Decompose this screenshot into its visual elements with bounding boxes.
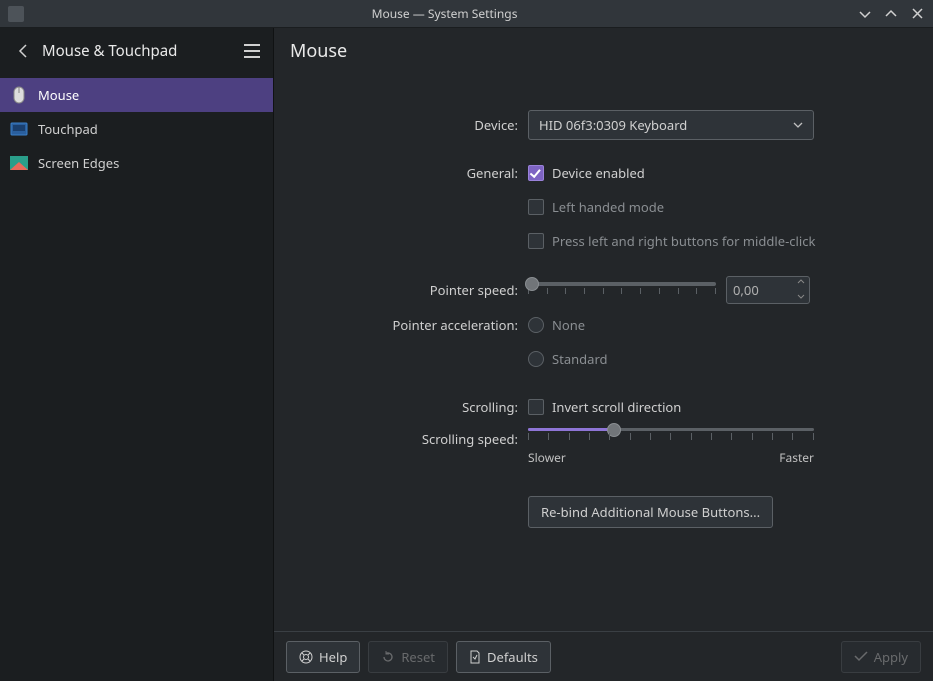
sidebar-item-label: Mouse	[38, 86, 79, 104]
sidebar-item-mouse[interactable]: Mouse	[0, 78, 273, 112]
accel-standard-radio[interactable]	[528, 351, 544, 367]
rebind-label: Re-bind Additional Mouse Buttons...	[541, 503, 760, 521]
sidebar-item-screen-edges[interactable]: Screen Edges	[0, 146, 273, 180]
check-icon	[854, 651, 868, 662]
pointer-speed-label: Pointer speed:	[294, 281, 528, 299]
device-select[interactable]: HID 06f3:0309 Keyboard	[528, 110, 814, 140]
invert-scroll-label: Invert scroll direction	[552, 398, 681, 416]
slider-thumb[interactable]	[525, 277, 539, 291]
defaults-button[interactable]: Defaults	[456, 641, 551, 673]
sidebar-item-touchpad[interactable]: Touchpad	[0, 112, 273, 146]
apply-button: Apply	[841, 641, 921, 673]
defaults-icon	[469, 650, 481, 664]
app-icon	[8, 6, 24, 22]
accel-none-label: None	[552, 316, 585, 334]
back-button[interactable]	[12, 39, 36, 63]
rebind-buttons-button[interactable]: Re-bind Additional Mouse Buttons...	[528, 496, 773, 528]
scrolling-speed-slider[interactable]: Slower Faster	[528, 428, 814, 466]
left-handed-label: Left handed mode	[552, 198, 664, 216]
sidebar-list: Mouse Touchpad Screen Edges	[0, 74, 273, 681]
device-label: Device:	[294, 116, 528, 134]
close-icon[interactable]	[909, 6, 925, 22]
accel-none-radio[interactable]	[528, 317, 544, 333]
help-button[interactable]: Help	[286, 641, 360, 673]
sidebar-header: Mouse & Touchpad	[0, 28, 273, 74]
chevron-down-icon	[793, 122, 803, 128]
sidebar-item-label: Touchpad	[38, 120, 98, 138]
middle-click-label: Press left and right buttons for middle-…	[552, 232, 815, 250]
sidebar-item-label: Screen Edges	[38, 154, 119, 172]
reset-button: Reset	[368, 641, 448, 673]
invert-scroll-checkbox[interactable]	[528, 399, 544, 415]
page-title: Mouse	[290, 39, 347, 63]
left-handed-checkbox[interactable]	[528, 199, 544, 215]
help-icon	[299, 650, 313, 664]
touchpad-icon	[10, 120, 28, 138]
reset-label: Reset	[401, 648, 435, 666]
pointer-accel-label: Pointer acceleration:	[294, 316, 528, 334]
main-header: Mouse	[274, 28, 933, 74]
reset-icon	[381, 650, 395, 664]
settings-form: Device: HID 06f3:0309 Keyboard General: …	[274, 74, 933, 631]
accel-standard-label: Standard	[552, 350, 608, 368]
maximize-icon[interactable]	[883, 6, 899, 22]
mouse-icon	[10, 86, 28, 104]
scrolling-label: Scrolling:	[294, 398, 528, 416]
device-enabled-checkbox[interactable]	[528, 165, 544, 181]
device-select-value: HID 06f3:0309 Keyboard	[539, 116, 687, 134]
main-panel: Mouse Device: HID 06f3:0309 Keyboard Gen…	[274, 28, 933, 681]
sidebar: Mouse & Touchpad Mouse Touchpad Screen E…	[0, 28, 274, 681]
device-enabled-label: Device enabled	[552, 164, 645, 182]
titlebar: Mouse — System Settings	[0, 0, 933, 28]
help-label: Help	[319, 648, 347, 666]
window-title: Mouse — System Settings	[32, 5, 857, 22]
hamburger-button[interactable]	[243, 44, 261, 58]
pointer-speed-spinbox[interactable]: 0,00	[726, 276, 810, 304]
faster-label: Faster	[779, 449, 814, 466]
slower-label: Slower	[528, 449, 566, 466]
footer: Help Reset Defaults Apply	[274, 631, 933, 681]
scrolling-speed-label: Scrolling speed:	[294, 428, 528, 448]
window-controls	[857, 6, 925, 22]
general-label: General:	[294, 164, 528, 182]
spin-arrows[interactable]	[797, 279, 805, 299]
apply-label: Apply	[874, 648, 908, 666]
minimize-icon[interactable]	[857, 6, 873, 22]
middle-click-checkbox[interactable]	[528, 233, 544, 249]
defaults-label: Defaults	[487, 648, 538, 666]
screen-edges-icon	[10, 154, 28, 172]
pointer-speed-slider[interactable]	[528, 276, 716, 296]
sidebar-title: Mouse & Touchpad	[42, 41, 243, 61]
pointer-speed-value: 0,00	[733, 281, 759, 299]
